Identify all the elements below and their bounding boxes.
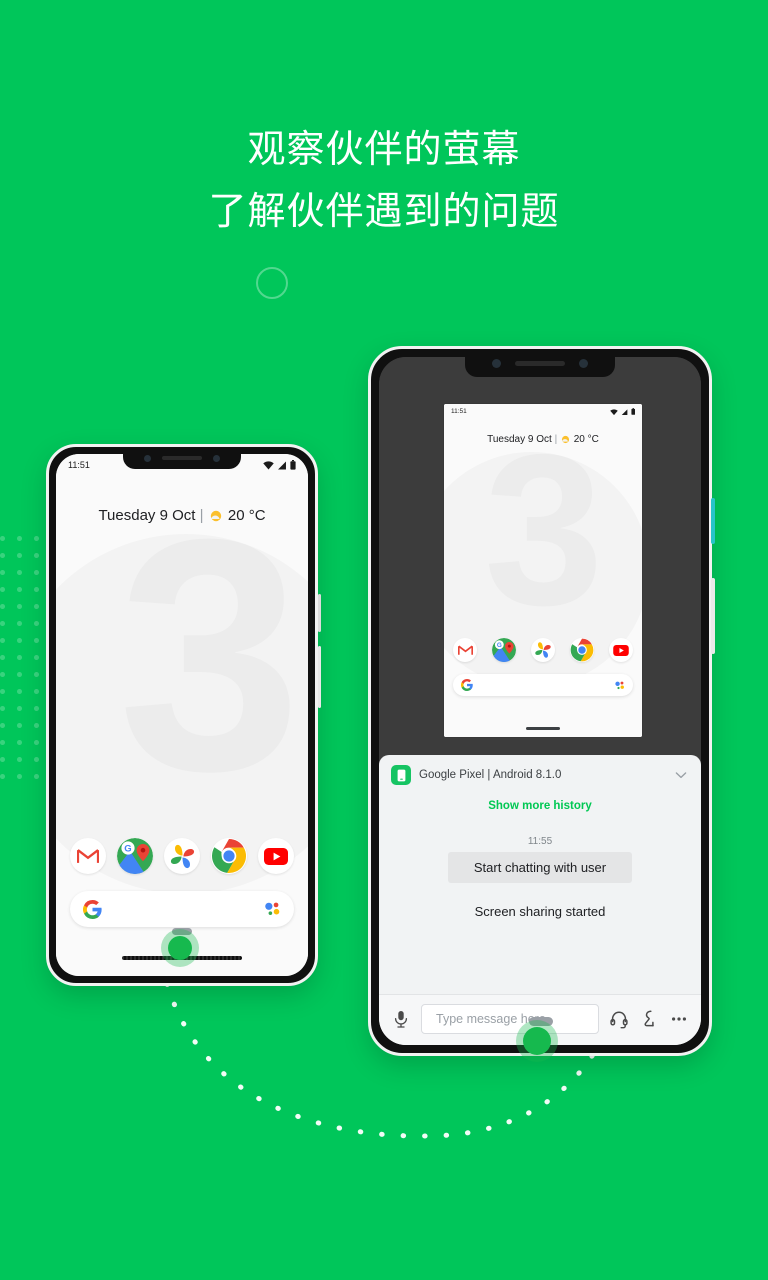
weather-separator-shared: | xyxy=(554,434,558,446)
signal-icon xyxy=(278,461,286,470)
app-dock-shared: G xyxy=(453,638,633,662)
headset-icon[interactable] xyxy=(609,1009,629,1029)
wallpaper-digit: 3 xyxy=(118,470,302,839)
gmail-app-icon[interactable] xyxy=(70,838,106,874)
cursor-tail-right xyxy=(529,1017,553,1026)
weather-temp: 20 °C xyxy=(227,507,266,524)
weather-separator: | xyxy=(199,507,204,524)
maps-app-icon[interactable]: G xyxy=(492,638,516,662)
weather-widget-left: Tuesday 9 Oct | 20 °C xyxy=(56,507,308,524)
touch-indicator-left xyxy=(168,936,192,960)
phone-left: 3 11:51 Tuesday 9 Oct | 20 °C G xyxy=(46,444,321,986)
svg-text:G: G xyxy=(497,642,502,649)
weather-date: Tuesday 9 Oct xyxy=(98,507,196,524)
photos-app-icon[interactable] xyxy=(164,838,200,874)
chevron-down-icon[interactable] xyxy=(673,767,689,783)
volume-button-left[interactable] xyxy=(317,646,321,708)
cursor-tail-left xyxy=(172,928,192,935)
battery-icon xyxy=(630,408,635,415)
earpiece-speaker xyxy=(162,456,202,460)
chrome-app-icon[interactable] xyxy=(570,638,594,662)
svg-text:G: G xyxy=(124,843,131,854)
page-title: 观察伙伴的萤幕 了解伙伴遇到的问题 xyxy=(0,120,768,243)
home-indicator-shared[interactable] xyxy=(526,726,560,730)
show-more-history-link[interactable]: Show more history xyxy=(488,800,592,812)
device-phone-icon xyxy=(391,765,411,785)
power-button-left[interactable] xyxy=(317,594,321,632)
volume-button-right[interactable] xyxy=(711,578,715,654)
front-camera-secondary-icon xyxy=(213,454,220,462)
hand-gesture-icon[interactable] xyxy=(639,1009,659,1029)
google-g-icon xyxy=(83,899,102,919)
app-dock-left: G xyxy=(70,838,294,874)
chat-panel: Google Pixel | Android 8.1.0 Show more h… xyxy=(379,755,701,1045)
battery-icon xyxy=(290,460,296,470)
message-timestamp: 11:55 xyxy=(527,836,553,847)
chat-message-bubble: Start chatting with user xyxy=(447,852,633,883)
google-assistant-icon xyxy=(615,681,624,689)
headline-line-1: 观察伙伴的萤幕 xyxy=(247,129,521,171)
wifi-icon xyxy=(609,408,618,415)
chat-message-list: Show more history 11:55 Start chatting w… xyxy=(379,793,701,994)
phone-right: 3 11:51 Tuesday 9 Oct | 20 °C G Google P… xyxy=(368,346,715,1056)
youtube-app-icon[interactable] xyxy=(609,638,633,662)
chat-device-label: Google Pixel | Android 8.1.0 xyxy=(419,769,562,781)
front-camera-icon xyxy=(492,358,501,368)
notch-left xyxy=(123,447,241,469)
front-camera-secondary-icon xyxy=(579,358,588,368)
youtube-app-icon[interactable] xyxy=(258,838,294,874)
notch-right xyxy=(465,349,615,377)
maps-app-icon[interactable]: G xyxy=(117,838,153,874)
google-g-icon xyxy=(461,679,473,691)
google-search-bar-left[interactable] xyxy=(70,891,294,927)
microphone-icon[interactable] xyxy=(391,1009,411,1029)
ring-decoration xyxy=(256,267,288,299)
weather-temp-shared: 20 °C xyxy=(573,434,599,446)
promo-screen: 观察伙伴的萤幕 了解伙伴遇到的问题 3 11:51 Tuesday 9 Oct … xyxy=(0,0,768,1280)
sun-icon xyxy=(561,435,570,444)
signal-icon xyxy=(621,408,627,415)
front-camera-icon xyxy=(144,454,151,462)
status-time-shared: 11:51 xyxy=(451,408,467,415)
chat-system-message: Screen sharing started xyxy=(474,904,606,919)
chat-device-header[interactable]: Google Pixel | Android 8.1.0 xyxy=(379,755,701,793)
wifi-icon xyxy=(263,461,274,470)
earpiece-speaker xyxy=(515,360,565,366)
wallpaper-digit-shared: 3 xyxy=(484,409,604,650)
weather-widget-shared: Tuesday 9 Oct | 20 °C xyxy=(444,434,642,445)
status-time: 11:51 xyxy=(68,460,90,470)
google-assistant-icon xyxy=(265,902,280,915)
chrome-app-icon[interactable] xyxy=(211,838,247,874)
weather-date-shared: Tuesday 9 Oct xyxy=(487,434,552,446)
status-bar-shared: 11:51 xyxy=(444,404,642,415)
power-button-right[interactable] xyxy=(711,498,715,544)
shared-screen-viewport: 3 11:51 Tuesday 9 Oct | 20 °C G xyxy=(444,404,642,737)
photos-app-icon[interactable] xyxy=(531,638,555,662)
headline-line-2: 了解伙伴遇到的问题 xyxy=(208,190,560,233)
sun-icon xyxy=(210,510,221,522)
message-input-field[interactable]: Type message here xyxy=(421,1004,599,1034)
google-search-bar-shared[interactable] xyxy=(453,674,633,696)
touch-indicator-right xyxy=(523,1027,551,1055)
more-options-icon[interactable] xyxy=(669,1009,689,1029)
gmail-app-icon[interactable] xyxy=(453,638,477,662)
